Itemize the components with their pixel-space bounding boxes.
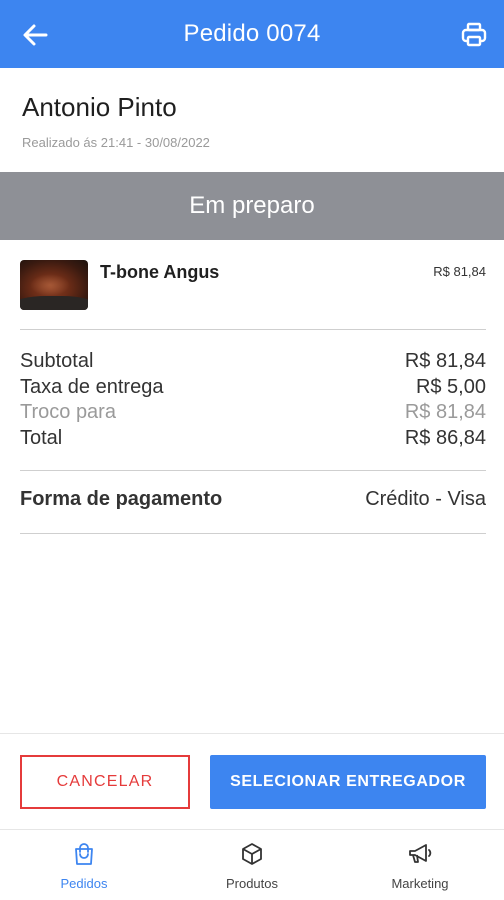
tab-label: Marketing: [391, 876, 449, 891]
actions-top-border: [0, 733, 504, 734]
payment-label: Forma de pagamento: [20, 488, 223, 510]
customer-info: Antonio Pinto Realizado ás 21:41 - 30/08…: [22, 92, 210, 150]
select-courier-button[interactable]: SELECIONAR ENTREGADOR: [210, 755, 486, 809]
tab-label: Produtos: [225, 876, 279, 891]
page-title: Pedido 0074: [183, 20, 321, 47]
subtotal-label: Subtotal: [20, 350, 94, 372]
megaphone-icon: [407, 841, 433, 872]
tab-label: Pedidos: [60, 876, 108, 891]
item-name: T-bone Angus: [100, 262, 220, 282]
total-value: R$ 86,84: [404, 426, 486, 449]
order-totals: Subtotal R$ 81,84 Taxa de entrega R$ 5,0…: [20, 349, 486, 451]
box-icon: [239, 841, 265, 872]
payment-method: Forma de pagamento Crédito - Visa: [20, 488, 486, 511]
total-row: Total R$ 86,84: [20, 426, 486, 452]
change-row: Troco para R$ 81,84: [20, 400, 486, 426]
divider: [20, 470, 486, 471]
cancel-button[interactable]: CANCELAR: [20, 755, 190, 809]
tab-marketing[interactable]: Marketing: [336, 831, 504, 900]
subtotal-value: R$ 81,84: [404, 350, 486, 372]
tab-produtos[interactable]: Produtos: [168, 831, 336, 900]
order-status-banner: Em preparo: [0, 172, 504, 240]
divider: [20, 533, 486, 534]
arrow-left-icon[interactable]: [20, 20, 50, 50]
order-timestamp: Realizado ás 21:41 - 30/08/2022: [22, 135, 210, 150]
payment-value: Crédito - Visa: [365, 488, 486, 510]
total-label: Total: [20, 426, 63, 449]
printer-icon[interactable]: [460, 21, 488, 49]
item-photo: [20, 260, 88, 310]
app-bar: Pedido 0074: [0, 0, 504, 68]
divider: [20, 329, 486, 330]
delivery-fee-value: R$ 5,00: [415, 375, 486, 398]
subtotal-row: Subtotal R$ 81,84: [20, 349, 486, 375]
bottom-navigation: Pedidos Produtos Marketing: [0, 831, 504, 900]
change-value: R$ 81,84: [404, 401, 486, 423]
item-price: R$ 81,84: [433, 264, 486, 279]
delivery-fee-label: Taxa de entrega: [20, 375, 164, 398]
order-item: T-bone Angus R$ 81,84: [20, 260, 486, 312]
customer-name: Antonio Pinto: [22, 92, 177, 122]
nav-top-border: [0, 829, 504, 830]
change-label: Troco para: [20, 401, 116, 423]
shopping-bag-icon: [71, 841, 97, 872]
tab-pedidos[interactable]: Pedidos: [0, 831, 168, 900]
delivery-fee-row: Taxa de entrega R$ 5,00: [20, 375, 486, 401]
